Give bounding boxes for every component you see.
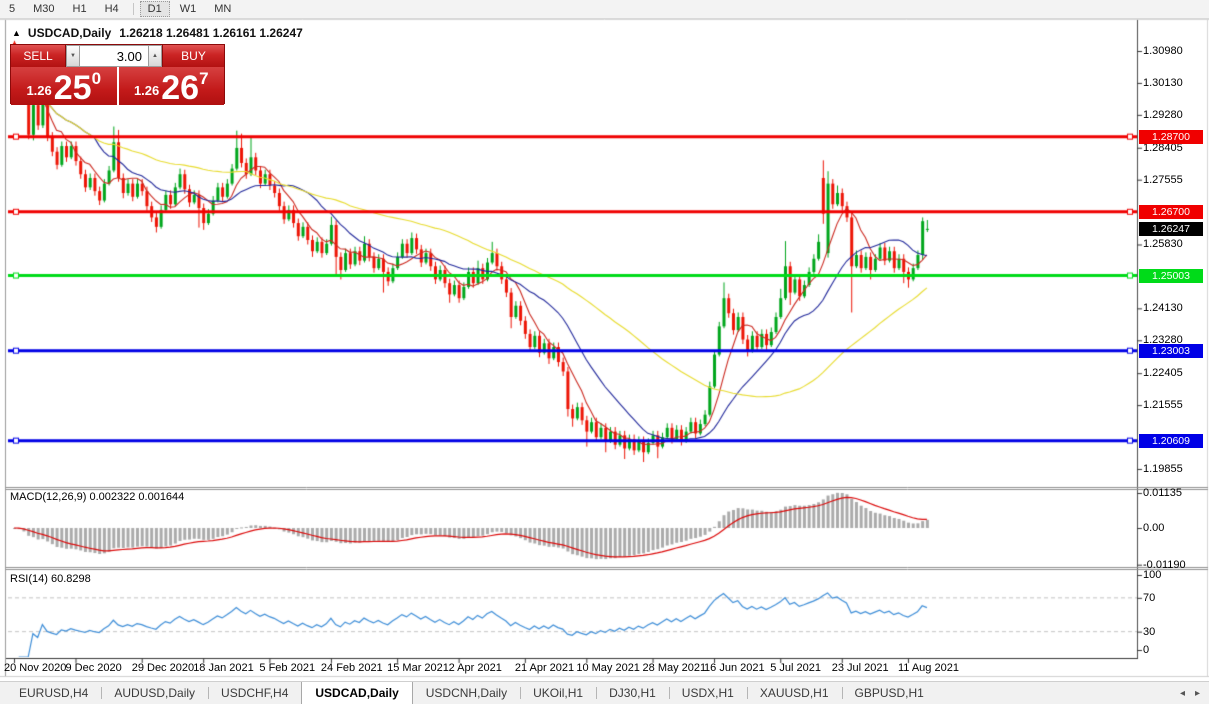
timeframe-button-h4[interactable]: H4 [97,1,127,17]
timeframe-toolbar: 5M30H1H4 D1W1MN [0,0,1209,19]
timeframe-button-h1[interactable]: H1 [65,1,95,17]
macd-indicator-label: MACD(12,26,9) 0.002322 0.001644 [10,491,184,503]
rsi-indicator-label: RSI(14) 60.8298 [10,573,91,585]
timeframe-button-m30[interactable]: M30 [25,1,62,17]
price-axis-label: 1.27555 [1143,174,1183,186]
buy-price-point: 7 [199,69,208,89]
timeframe-button-5[interactable]: 5 [1,1,23,17]
buy-price-pips: 26 [161,74,199,102]
tab-usdcnh[interactable]: USDCNH,Daily [413,682,520,704]
chart-tab-bar: EURUSD,H4AUDUSD,DailyUSDCHF,H4USDCAD,Dai… [0,681,1209,704]
tab-usdx[interactable]: USDX,H1 [669,682,747,704]
macd-axis-label: 0.01135 [1143,487,1182,499]
level-price-chip: 1.23003 [1139,344,1203,358]
price-axis-label: 1.30980 [1143,45,1183,57]
price-axis-label: 1.19855 [1143,463,1183,475]
mt4-window: 5M30H1H4 D1W1MN ▲ USDCAD,Daily 1.26218 1.… [0,0,1209,704]
toolbar-separator [133,3,134,15]
date-axis-label: 23 Jul 2021 [832,662,889,674]
level-price-chip: 1.28700 [1139,130,1203,144]
volume-increase-button[interactable]: ▲ [148,45,162,67]
date-axis-label: 5 Feb 2021 [259,662,315,674]
macd-axis-label: 0.00 [1143,522,1164,534]
date-axis-label: 18 Jan 2021 [193,662,254,674]
tab-eurusd[interactable]: EURUSD,H4 [6,682,101,704]
level-price-chip: 1.25003 [1139,269,1203,283]
buy-price-display[interactable]: 1.26 26 7 [119,67,225,105]
sell-price-display[interactable]: 1.26 25 0 [11,67,119,105]
level-price-chip: 1.26700 [1139,205,1203,219]
price-axis-label: 1.21555 [1143,399,1183,411]
level-price-chip: 1.20609 [1139,434,1203,448]
tab-usdcad[interactable]: USDCAD,Daily [301,682,412,704]
date-axis-label: 5 Jul 2021 [770,662,821,674]
date-axis-label: 10 May 2021 [576,662,640,674]
tab-scroll-buttons: ◂▸ [1180,682,1209,704]
tab-usdchf[interactable]: USDCHF,H4 [208,682,301,704]
date-axis-label: 15 Mar 2021 [387,662,449,674]
timeframe-button-d1[interactable]: D1 [140,1,170,17]
rsi-axis-label: 100 [1143,569,1161,581]
sell-price-pips: 25 [54,74,92,102]
price-axis-label: 1.24130 [1143,302,1183,314]
date-axis-label: 16 Jun 2021 [704,662,765,674]
buy-button[interactable]: BUY [162,45,224,67]
current-price-chip: 1.26247 [1139,222,1203,236]
price-axis-label: 1.29280 [1143,109,1183,121]
date-axis-label: 9 Dec 2020 [65,662,121,674]
tab-ukoil[interactable]: UKOil,H1 [520,682,596,704]
rsi-axis-label: 0 [1143,644,1149,656]
tab-scroll-right-icon[interactable]: ▸ [1195,688,1200,699]
rsi-axis-label: 70 [1143,592,1155,604]
buy-price-prefix: 1.26 [134,83,159,98]
sell-price-point: 0 [92,69,101,89]
date-axis-label: 20 Nov 2020 [4,662,66,674]
sell-price-prefix: 1.26 [26,83,51,98]
symbol-period-label: USDCAD,Daily [28,26,111,40]
volume-input[interactable] [80,45,148,67]
chart-title: ▲ USDCAD,Daily 1.26218 1.26481 1.26161 1… [12,26,303,40]
tab-scroll-left-icon[interactable]: ◂ [1180,688,1185,699]
tab-xauusd[interactable]: XAUUSD,H1 [747,682,842,704]
price-axis-label: 1.30130 [1143,77,1183,89]
volume-decrease-button[interactable]: ▼ [66,45,80,67]
date-axis-label: 29 Dec 2020 [132,662,194,674]
ohlc-values: 1.26218 1.26481 1.26161 1.26247 [119,26,303,40]
tab-gbpusd[interactable]: GBPUSD,H1 [842,682,937,704]
date-axis-label: 2 Apr 2021 [449,662,502,674]
price-axis-label: 1.22405 [1143,367,1183,379]
tab-audusd[interactable]: AUDUSD,Daily [101,682,208,704]
one-click-trade-panel: SELL ▼ ▲ BUY 1.26 25 0 1.26 26 7 [10,44,225,104]
timeframe-button-mn[interactable]: MN [206,1,239,17]
date-axis-label: 21 Apr 2021 [515,662,574,674]
date-axis-label: 11 Aug 2021 [898,662,959,674]
date-axis-label: 28 May 2021 [643,662,707,674]
date-axis-label: 24 Feb 2021 [321,662,383,674]
timeframe-button-w1[interactable]: W1 [172,1,205,17]
rsi-axis-label: 30 [1143,626,1155,638]
tab-dj30[interactable]: DJ30,H1 [596,682,669,704]
price-axis-label: 1.25830 [1143,238,1183,250]
sell-button[interactable]: SELL [11,45,66,67]
collapse-panel-icon[interactable]: ▲ [12,28,21,38]
